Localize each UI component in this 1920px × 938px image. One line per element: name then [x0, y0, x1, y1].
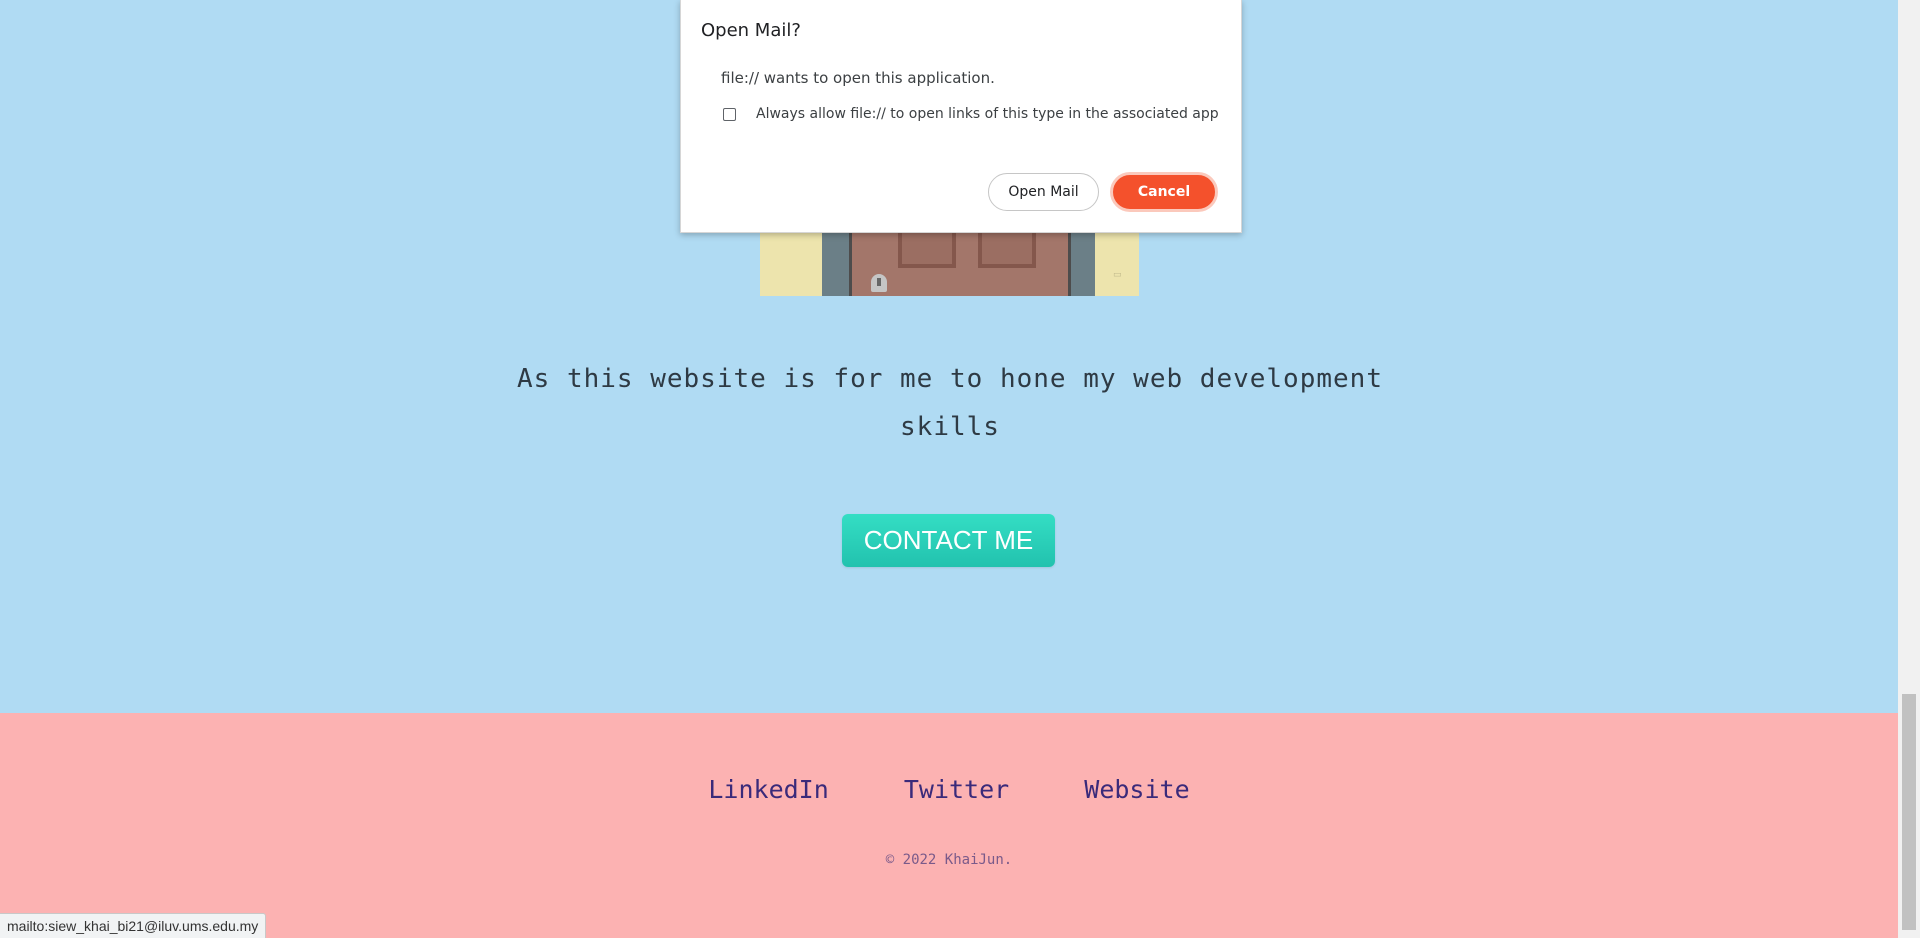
dialog-message: file:// wants to open this application.: [721, 69, 995, 87]
cancel-button[interactable]: Cancel: [1110, 172, 1218, 212]
always-allow-label[interactable]: Always allow file:// to open links of th…: [756, 106, 1219, 122]
open-mail-button[interactable]: Open Mail: [988, 173, 1099, 211]
always-allow-checkbox[interactable]: [723, 107, 736, 121]
dialog-title: Open Mail?: [701, 20, 801, 41]
open-mail-dialog: Open Mail? file:// wants to open this ap…: [680, 0, 1242, 233]
footer: LinkedIn Twitter Website © 2022 KhaiJun.: [0, 713, 1898, 938]
status-bar-url: mailto:siew_khai_bi21@iluv.ums.edu.my: [0, 913, 267, 938]
page: ▭ As this website is for me to hone my w…: [0, 0, 1920, 938]
scrollbar-thumb[interactable]: [1902, 694, 1916, 930]
contact-me-button[interactable]: CONTACT ME: [842, 514, 1055, 567]
copyright-text: © 2022 KhaiJun.: [885, 852, 1013, 868]
wall-mark: ▭: [1113, 270, 1122, 280]
footer-link-website[interactable]: Website: [1084, 775, 1189, 804]
footer-link-twitter[interactable]: Twitter: [904, 775, 1009, 804]
hero-description: As this website is for me to hone my web…: [517, 364, 1383, 442]
footer-links: LinkedIn Twitter Website: [0, 775, 1898, 804]
vertical-scrollbar[interactable]: [1898, 0, 1920, 938]
always-allow-row: Always allow file:// to open links of th…: [723, 106, 1219, 122]
door-lock-icon: [871, 274, 887, 292]
footer-link-linkedin[interactable]: LinkedIn: [708, 775, 828, 804]
